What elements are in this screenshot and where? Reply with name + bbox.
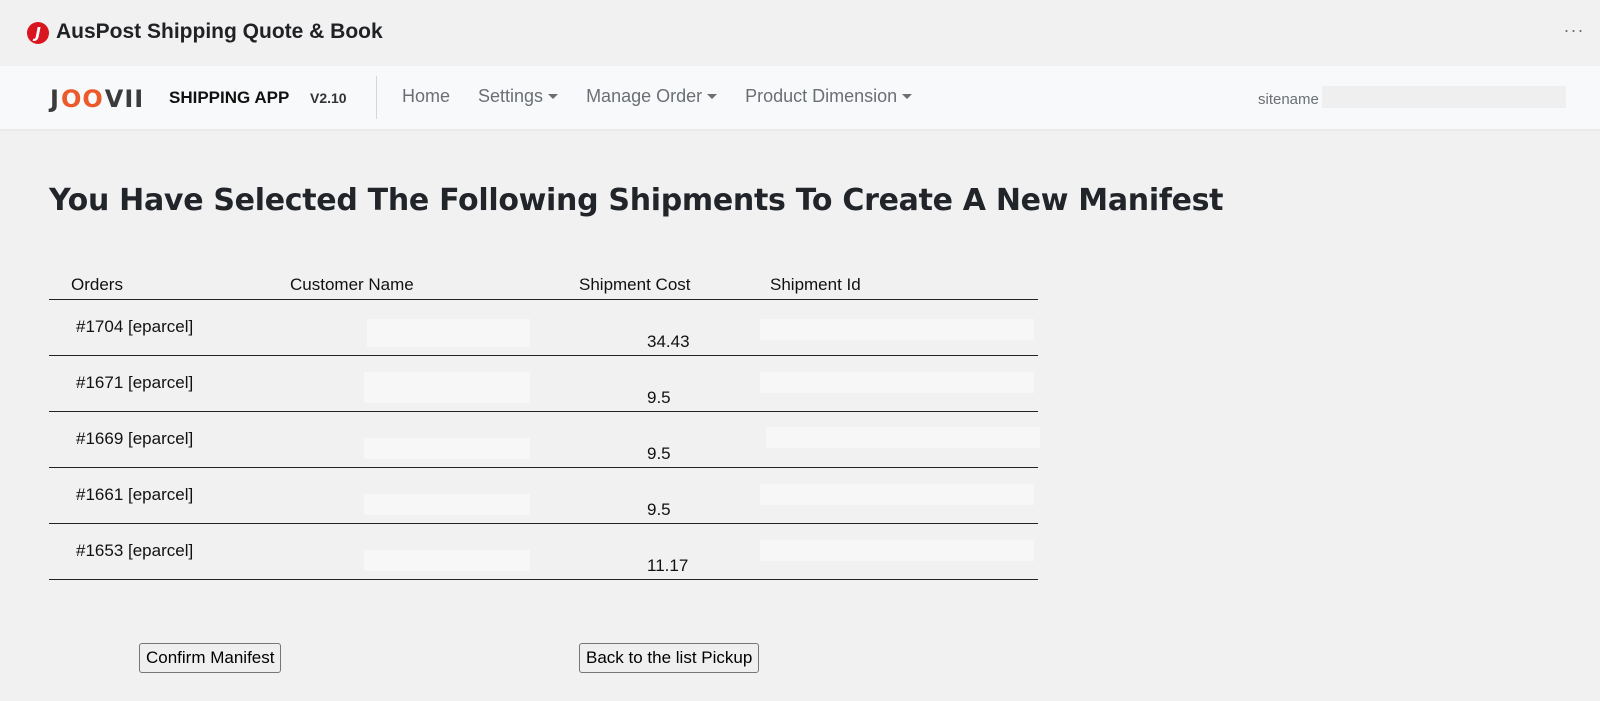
shipping-app-name: SHIPPING APP	[169, 88, 290, 107]
nav-home-label: Home	[402, 86, 451, 106]
shipment-cost-cell: 9.5	[647, 388, 671, 407]
table-header: Orders Customer Name Shipment Cost Shipm…	[49, 267, 1038, 300]
table-row: #1669 [eparcel] 9.5	[49, 412, 1040, 468]
app-header: J AusPost Shipping Quote & Book ···	[0, 0, 1600, 66]
caret-down-icon	[902, 94, 913, 99]
table-row: #1661 [eparcel] 9.5	[49, 468, 1038, 524]
caret-down-icon	[707, 94, 718, 99]
page-title: You Have Selected The Following Shipment…	[49, 183, 1224, 218]
joovii-logo[interactable]: J OO VII	[50, 85, 145, 113]
order-cell[interactable]: #1671 [eparcel]	[76, 373, 193, 393]
header-orders: Orders	[71, 275, 123, 294]
sitename-label: sitename	[1258, 91, 1319, 108]
shipment-cost-cell: 11.17	[647, 556, 689, 575]
customer-name-cell	[364, 372, 530, 403]
sitename-value	[1322, 86, 1566, 108]
shipments-table: Orders Customer Name Shipment Cost Shipm…	[49, 267, 1040, 580]
back-to-pickup-list-button[interactable]: Back to the list Pickup	[579, 643, 760, 673]
customer-name-cell	[364, 438, 530, 459]
nav-manage-order-dropdown[interactable]: Manage Order	[586, 86, 718, 107]
nav-menu: Home Settings Manage Order Product Dimen…	[402, 86, 940, 107]
logo-letters-oo: OO	[60, 85, 104, 113]
header-shipment-id: Shipment Id	[770, 275, 861, 294]
app-logo-icon: J	[27, 22, 49, 44]
nav-divider	[376, 76, 377, 119]
nav-product-dimension-dropdown[interactable]: Product Dimension	[745, 86, 913, 107]
table-row: #1704 [eparcel] 34.43	[49, 300, 1038, 356]
shipment-id-cell	[760, 319, 1034, 340]
more-options-icon[interactable]: ···	[1562, 18, 1586, 42]
order-cell[interactable]: #1669 [eparcel]	[76, 429, 193, 449]
header-customer-name: Customer Name	[290, 275, 414, 294]
nav-manage-order-label: Manage Order	[586, 86, 703, 106]
customer-name-cell	[367, 319, 530, 347]
header-shipment-cost: Shipment Cost	[579, 275, 691, 294]
customer-name-cell	[364, 550, 530, 571]
caret-down-icon	[548, 94, 559, 99]
table-row: #1653 [eparcel] 11.17	[49, 524, 1038, 580]
shipment-id-cell	[766, 427, 1040, 448]
navbar: J OO VII SHIPPING APP V2.10 Home Setting…	[0, 66, 1600, 129]
nav-home[interactable]: Home	[402, 86, 450, 107]
order-cell[interactable]: #1653 [eparcel]	[76, 541, 193, 561]
nav-product-dimension-label: Product Dimension	[745, 86, 898, 106]
nav-settings-dropdown[interactable]: Settings	[478, 86, 559, 107]
app-version: V2.10	[310, 90, 347, 106]
customer-name-cell	[364, 494, 530, 515]
table-row: #1671 [eparcel] 9.5	[49, 356, 1038, 412]
logo-letter-j: J	[50, 85, 60, 113]
app-title: AusPost Shipping Quote & Book	[56, 20, 383, 43]
order-cell[interactable]: #1704 [eparcel]	[76, 317, 193, 337]
shipment-cost-cell: 34.43	[647, 332, 690, 351]
logo-letters-vii: VII	[104, 85, 145, 113]
nav-settings-label: Settings	[478, 86, 544, 106]
shipment-cost-cell: 9.5	[647, 444, 671, 463]
confirm-manifest-button[interactable]: Confirm Manifest	[139, 643, 282, 673]
shipment-id-cell	[760, 540, 1034, 561]
shipment-id-cell	[760, 484, 1034, 505]
shipment-cost-cell: 9.5	[647, 500, 671, 519]
order-cell[interactable]: #1661 [eparcel]	[76, 485, 193, 505]
shipment-id-cell	[760, 372, 1034, 393]
